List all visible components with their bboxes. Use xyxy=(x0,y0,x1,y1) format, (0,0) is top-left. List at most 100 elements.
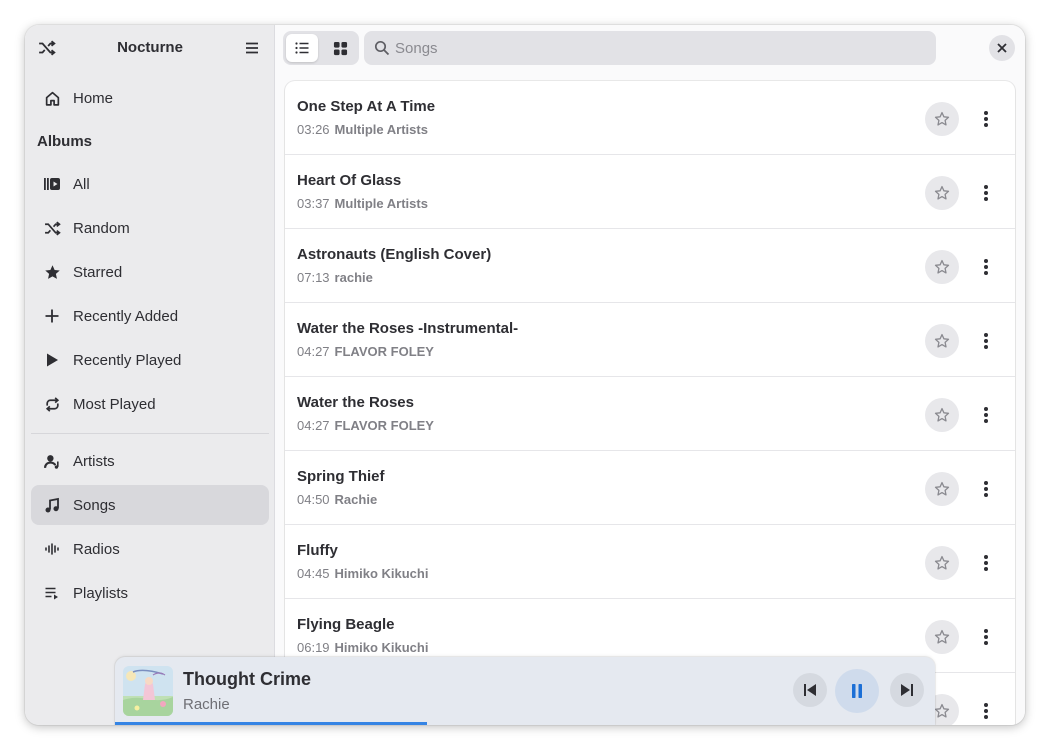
star-outline-icon xyxy=(934,111,950,127)
song-row[interactable]: Spring Thief 04:50 Rachie xyxy=(285,451,1015,525)
next-track-button[interactable] xyxy=(890,673,924,707)
sidebar-item-label: Random xyxy=(73,219,130,237)
playback-progress[interactable] xyxy=(115,722,935,725)
sidebar-item-recently-played[interactable]: Recently Played xyxy=(31,340,269,380)
content-area: One Step At A Time03:26Multiple ArtistsH… xyxy=(275,25,1025,725)
more-vertical-icon xyxy=(983,480,989,498)
song-artist: FLAVOR FOLEY xyxy=(334,418,434,433)
album-cover[interactable] xyxy=(123,666,173,716)
star-button[interactable] xyxy=(925,472,959,506)
song-duration: 04:27 xyxy=(297,418,330,433)
sidebar-item-playlists[interactable]: Playlists xyxy=(31,573,269,613)
song-list: One Step At A Time 03:26 Multiple Artists H… xyxy=(285,81,1015,725)
more-options-button[interactable] xyxy=(973,620,999,654)
song-meta: 03:37 Multiple Artists xyxy=(297,196,428,211)
home-icon xyxy=(43,89,61,107)
list-view-button[interactable] xyxy=(286,34,318,62)
sidebar-item-radios[interactable]: Radios xyxy=(31,529,269,569)
sidebar-item-recently-added[interactable]: Recently Added xyxy=(31,296,269,336)
now-playing-artist: Rachie xyxy=(183,696,230,713)
more-vertical-icon xyxy=(983,184,989,202)
more-vertical-icon xyxy=(983,628,989,646)
song-duration: 04:50 xyxy=(297,492,330,507)
song-row[interactable]: Astronauts (English Cover) 07:13 rachie xyxy=(285,229,1015,303)
song-title: Fluffy xyxy=(297,542,338,559)
more-options-button[interactable] xyxy=(973,176,999,210)
song-artist: rachie xyxy=(334,270,373,285)
song-duration: 03:37 xyxy=(297,196,330,211)
sidebar-item-label: Radios xyxy=(73,540,120,558)
sidebar-item-all[interactable]: All xyxy=(31,164,269,204)
star-outline-icon xyxy=(934,259,950,275)
song-title: One Step At A Time xyxy=(297,98,436,115)
radio-waves-icon xyxy=(43,540,61,558)
albums-section-label: Albums xyxy=(37,133,93,150)
song-row[interactable]: Water the Roses 04:27 FLAVOR FOLEY xyxy=(285,377,1015,451)
sidebar-item-label: Playlists xyxy=(73,584,129,602)
sidebar-item-songs[interactable]: Songs xyxy=(31,485,269,525)
star-button[interactable] xyxy=(925,250,959,284)
song-duration: 04:45 xyxy=(297,566,330,581)
close-button[interactable] xyxy=(989,35,1015,61)
playback-progress-fill xyxy=(115,722,427,725)
star-outline-icon xyxy=(934,481,950,497)
song-artist: Rachie xyxy=(334,492,378,507)
star-button[interactable] xyxy=(925,398,959,432)
more-options-button[interactable] xyxy=(973,472,999,506)
sidebar-header: Nocturne xyxy=(25,25,275,71)
sidebar-item-label: Recently Added xyxy=(73,307,179,325)
song-artist: Multiple Artists xyxy=(334,196,428,211)
song-artist: Himiko Kikuchi xyxy=(334,566,429,581)
star-button[interactable] xyxy=(925,546,959,580)
sidebar-item-random[interactable]: Random xyxy=(31,208,269,248)
star-button[interactable] xyxy=(925,324,959,358)
sidebar-item-most-played[interactable]: Most Played xyxy=(31,384,269,424)
sidebar-item-artists[interactable]: Artists xyxy=(31,441,269,481)
sidebar-item-label: Home xyxy=(73,89,114,107)
more-vertical-icon xyxy=(983,702,989,720)
sidebar-item-label: All xyxy=(73,175,90,193)
now-playing-bar[interactable]: Thought Crime Rachie xyxy=(115,657,935,725)
sidebar-item-label: Songs xyxy=(73,496,116,514)
music-note-icon xyxy=(43,496,61,514)
more-options-button[interactable] xyxy=(973,102,999,136)
search-input[interactable] xyxy=(395,31,925,65)
song-row[interactable]: Water the Roses -Instrumental- 04:27 FLAVO… xyxy=(285,303,1015,377)
plus-icon xyxy=(43,307,61,325)
sidebar: Nocturne Home Albums All Random Starred … xyxy=(25,25,275,725)
star-icon xyxy=(43,263,61,281)
repeat-icon xyxy=(43,395,61,413)
more-options-button[interactable] xyxy=(973,546,999,580)
song-title: Astronauts (English Cover) xyxy=(297,246,492,263)
sidebar-item-home[interactable]: Home xyxy=(31,78,269,118)
sidebar-item-starred[interactable]: Starred xyxy=(31,252,269,292)
song-row[interactable]: Heart Of Glass 03:37 Multiple Artists xyxy=(285,155,1015,229)
previous-track-button[interactable] xyxy=(793,673,827,707)
star-button[interactable] xyxy=(925,620,959,654)
song-meta: 07:13 rachie xyxy=(297,270,373,285)
more-vertical-icon xyxy=(983,332,989,350)
pause-icon xyxy=(852,684,862,698)
sidebar-item-label: Most Played xyxy=(73,395,156,413)
more-options-button[interactable] xyxy=(973,398,999,432)
main-menu-button[interactable] xyxy=(238,34,266,62)
star-outline-icon xyxy=(934,333,950,349)
star-outline-icon xyxy=(934,555,950,571)
grid-view-button[interactable] xyxy=(324,34,356,62)
skip-previous-icon xyxy=(804,684,816,696)
star-button[interactable] xyxy=(925,176,959,210)
more-options-button[interactable] xyxy=(973,324,999,358)
song-title: Heart Of Glass xyxy=(297,172,402,189)
hamburger-menu-icon xyxy=(246,42,258,54)
song-row[interactable]: Fluffy 04:45 Himiko Kikuchi xyxy=(285,525,1015,599)
song-meta: 04:27 FLAVOR FOLEY xyxy=(297,344,434,359)
play-pause-button[interactable] xyxy=(835,669,879,713)
song-row[interactable]: One Step At A Time 03:26 Multiple Artists xyxy=(285,81,1015,155)
now-playing-title: Thought Crime xyxy=(183,669,311,689)
star-button[interactable] xyxy=(925,102,959,136)
song-duration: 06:19 xyxy=(297,640,330,655)
more-options-button[interactable] xyxy=(973,694,999,725)
more-vertical-icon xyxy=(983,554,989,572)
song-title: Flying Beagle xyxy=(297,616,395,633)
more-options-button[interactable] xyxy=(973,250,999,284)
